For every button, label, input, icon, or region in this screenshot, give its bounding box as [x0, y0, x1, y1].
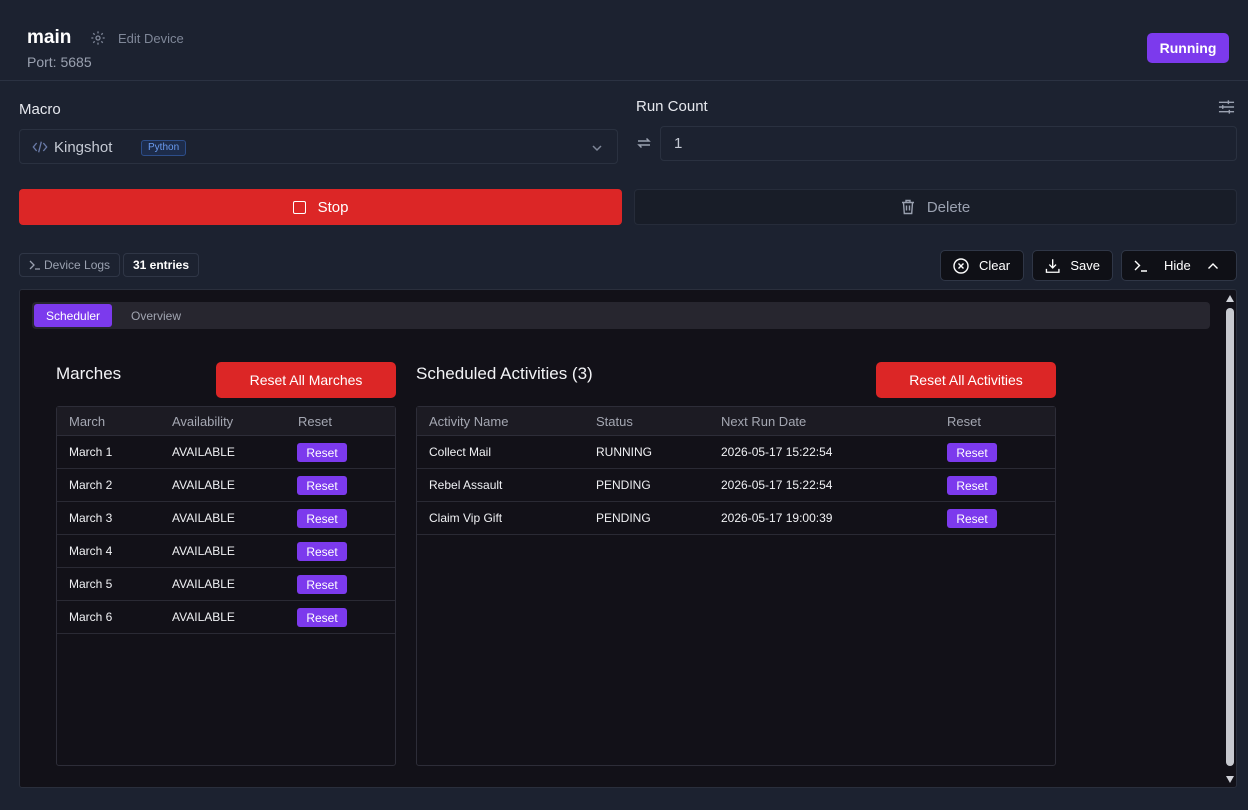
table-row: Claim Vip Gift PENDING 2026-05-17 19:00:…: [417, 502, 1055, 535]
reset-button[interactable]: Reset: [297, 542, 347, 561]
activity-name: Collect Mail: [429, 445, 492, 459]
tab-bar: Scheduler Overview: [32, 302, 1210, 329]
save-button[interactable]: Save: [1032, 250, 1113, 281]
march-name: March 4: [69, 544, 113, 558]
march-availability: AVAILABLE: [172, 577, 235, 591]
column-header: Availability: [172, 414, 234, 429]
run-count-label: Run Count: [636, 98, 708, 115]
activity-next-run: 2026-05-17 19:00:39: [721, 511, 833, 525]
march-availability: AVAILABLE: [172, 511, 235, 525]
marches-table-header: March Availability Reset: [57, 407, 395, 436]
device-name: main: [27, 27, 72, 48]
tab-overview[interactable]: Overview: [119, 304, 193, 327]
device-header: main Edit Device Port: 5685 Running: [0, 0, 1248, 81]
download-icon: [1045, 258, 1060, 273]
activity-status: PENDING: [596, 478, 651, 492]
march-availability: AVAILABLE: [172, 445, 235, 459]
march-name: March 3: [69, 511, 113, 525]
repeat-icon: [637, 137, 651, 149]
stop-icon: [292, 200, 306, 214]
table-row: March 2 AVAILABLE Reset: [57, 469, 395, 502]
column-header: Reset: [298, 414, 332, 429]
table-row: March 5 AVAILABLE Reset: [57, 568, 395, 601]
clear-label: Clear: [979, 258, 1011, 273]
reset-button[interactable]: Reset: [297, 476, 347, 495]
port-label: Port: 5685: [27, 54, 92, 70]
stop-button[interactable]: Stop: [19, 189, 622, 225]
reset-button[interactable]: Reset: [297, 443, 347, 462]
delete-button[interactable]: Delete: [634, 189, 1237, 225]
march-name: March 1: [69, 445, 113, 459]
hide-logs-button[interactable]: Hide: [1121, 250, 1237, 281]
march-name: March 6: [69, 610, 113, 624]
macro-label: Macro: [19, 101, 61, 118]
panel-scrollbar[interactable]: [1223, 290, 1236, 787]
chevron-up-icon: [1207, 262, 1218, 269]
activity-status: RUNNING: [596, 445, 652, 459]
reset-button[interactable]: Reset: [947, 443, 997, 462]
reset-all-marches-button[interactable]: Reset All Marches: [216, 362, 396, 398]
activities-title: Scheduled Activities (3): [416, 364, 593, 383]
table-row: March 1 AVAILABLE Reset: [57, 436, 395, 469]
reset-button[interactable]: Reset: [297, 509, 347, 528]
column-header: Next Run Date: [721, 414, 807, 429]
chevron-down-icon: [592, 145, 602, 152]
march-availability: AVAILABLE: [172, 610, 235, 624]
table-row: March 4 AVAILABLE Reset: [57, 535, 395, 568]
activities-table-header: Activity Name Status Next Run Date Reset: [417, 407, 1055, 436]
activities-table: Activity Name Status Next Run Date Reset…: [416, 406, 1056, 766]
table-row: March 3 AVAILABLE Reset: [57, 502, 395, 535]
activity-status: PENDING: [596, 511, 651, 525]
march-availability: AVAILABLE: [172, 478, 235, 492]
sliders-icon[interactable]: [1218, 99, 1235, 115]
terminal-icon: [29, 260, 40, 270]
table-row: Rebel Assault PENDING 2026-05-17 15:22:5…: [417, 469, 1055, 502]
stop-label: Stop: [317, 198, 349, 216]
device-logs-chip: Device Logs: [19, 253, 121, 277]
trash-icon: [901, 199, 914, 215]
column-header: Activity Name: [429, 414, 509, 429]
march-name: March 2: [69, 478, 113, 492]
marches-title: Marches: [56, 364, 122, 383]
delete-label: Delete: [926, 198, 971, 216]
gear-icon[interactable]: [90, 30, 106, 46]
language-badge: Python: [141, 140, 187, 156]
code-icon: [32, 141, 48, 153]
column-header: Status: [596, 414, 633, 429]
macro-name: Kingshot: [54, 139, 113, 156]
device-logs-label: Device Logs: [44, 258, 111, 272]
scroll-down-icon[interactable]: [1226, 776, 1234, 783]
activity-name: Rebel Assault: [429, 478, 503, 492]
scroll-up-icon[interactable]: [1226, 295, 1234, 302]
activity-name: Claim Vip Gift: [429, 511, 503, 525]
activity-next-run: 2026-05-17 15:22:54: [721, 445, 833, 459]
column-header: March: [69, 414, 106, 429]
tab-scheduler[interactable]: Scheduler: [34, 304, 113, 327]
march-availability: AVAILABLE: [172, 544, 235, 558]
run-count-input[interactable]: 1: [660, 126, 1237, 161]
hide-label: Hide: [1164, 258, 1191, 273]
reset-button[interactable]: Reset: [947, 476, 997, 495]
table-row: Collect Mail RUNNING 2026-05-17 15:22:54…: [417, 436, 1055, 469]
reset-button[interactable]: Reset: [297, 575, 347, 594]
scrollbar-thumb[interactable]: [1226, 308, 1234, 766]
status-badge: Running: [1147, 33, 1229, 63]
log-entries-count: 31 entries: [123, 253, 200, 277]
table-row: March 6 AVAILABLE Reset: [57, 601, 395, 634]
scheduler-panel: Scheduler Overview Marches Reset All Mar…: [19, 289, 1237, 788]
reset-all-activities-button[interactable]: Reset All Activities: [876, 362, 1056, 398]
marches-table: March Availability Reset March 1 AVAILAB…: [56, 406, 396, 766]
reset-button[interactable]: Reset: [297, 608, 347, 627]
column-header: Reset: [947, 414, 981, 429]
clear-button[interactable]: Clear: [940, 250, 1024, 281]
terminal-icon: [1134, 260, 1147, 272]
activity-next-run: 2026-05-17 15:22:54: [721, 478, 833, 492]
clear-circle-icon: [953, 257, 969, 274]
reset-button[interactable]: Reset: [947, 509, 997, 528]
macro-select[interactable]: Kingshot Python: [19, 129, 618, 164]
save-label: Save: [1070, 258, 1100, 273]
edit-device-link[interactable]: Edit Device: [118, 31, 184, 46]
march-name: March 5: [69, 577, 113, 591]
